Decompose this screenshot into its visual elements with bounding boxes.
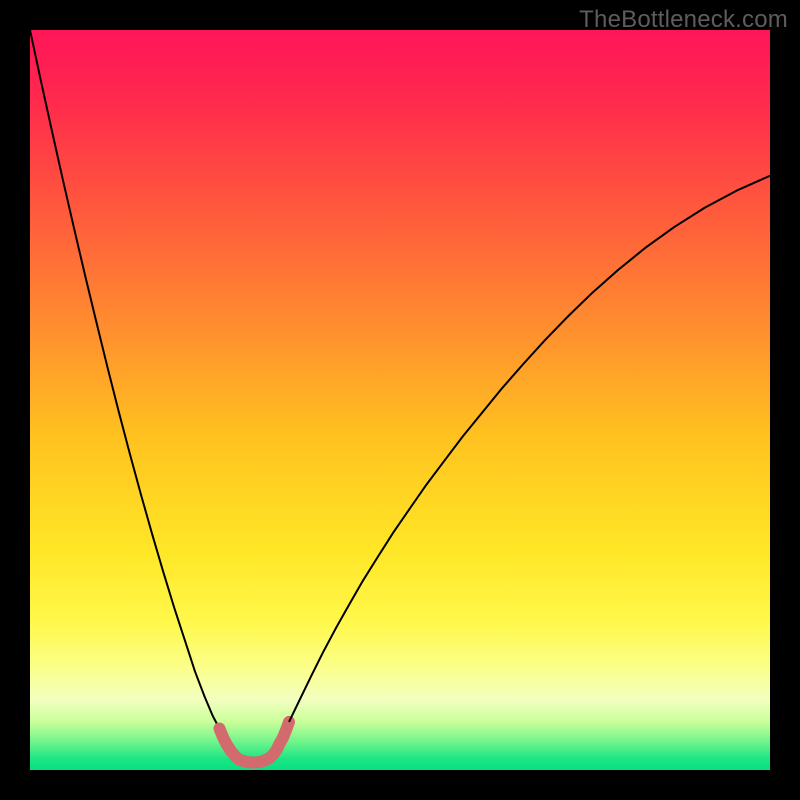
bottleneck-chart xyxy=(0,0,800,800)
chart-frame: TheBottleneck.com xyxy=(0,0,800,800)
watermark-text: TheBottleneck.com xyxy=(579,6,788,34)
plot-background xyxy=(30,30,770,770)
